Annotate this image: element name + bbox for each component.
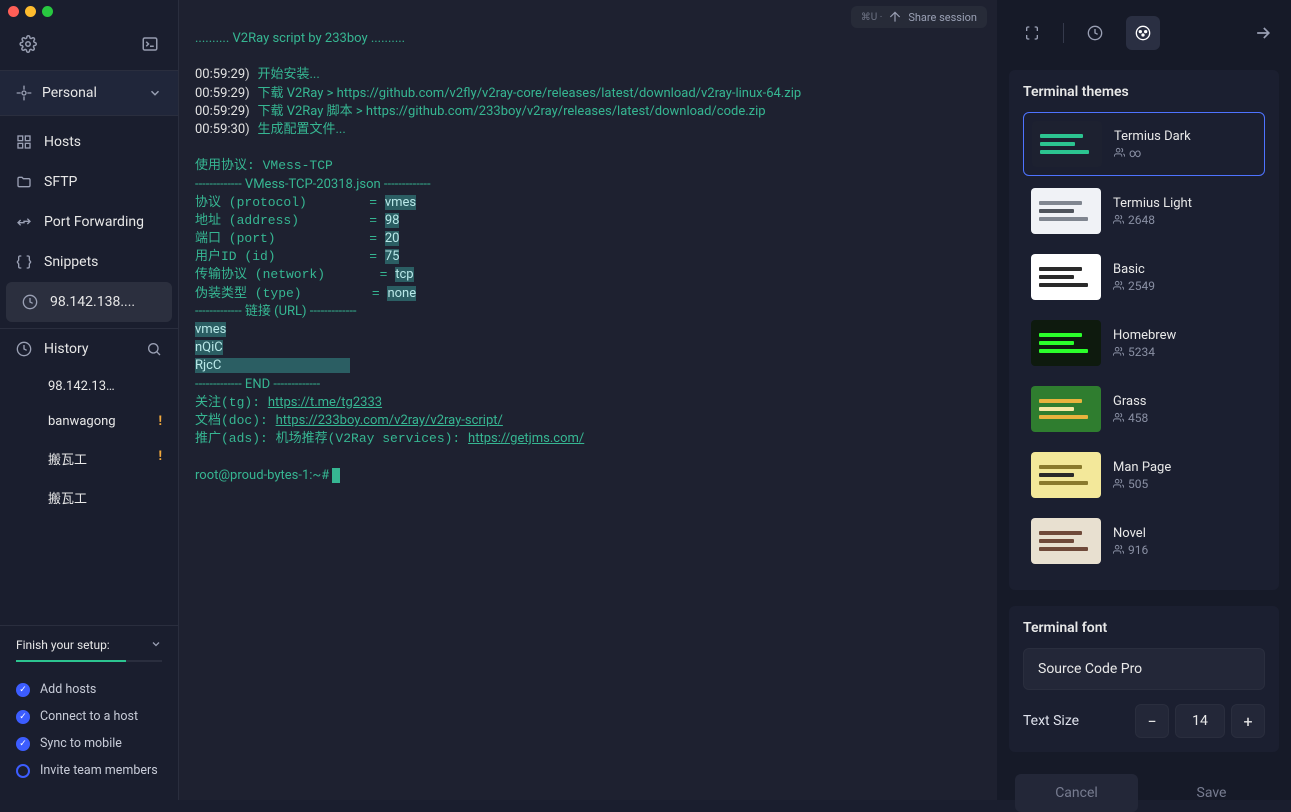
theme-termius-dark[interactable]: Termius Dark ∞ — [1023, 112, 1265, 176]
arrows-icon — [16, 214, 32, 230]
font-card: Terminal font Source Code Pro Text Size … — [1009, 606, 1279, 752]
theme-name: Homebrew — [1113, 328, 1176, 343]
themes-title: Terminal themes — [1023, 84, 1265, 100]
theme-swatch — [1032, 121, 1102, 167]
chevron-down-icon — [148, 86, 162, 100]
warning-icon: ! — [158, 449, 162, 468]
grid-icon — [16, 134, 32, 150]
setup-task[interactable]: Connect to a host — [16, 703, 162, 730]
clock-icon — [22, 294, 38, 310]
theme-grass[interactable]: Grass 458 — [1023, 378, 1265, 440]
sidebar: Personal HostsSFTPPort ForwardingSnippet… — [0, 0, 179, 800]
history-list: 98.142.13…banwagong!搬瓦工!搬瓦工 — [0, 369, 178, 523]
theme-info: 916 — [1113, 543, 1148, 557]
theme-swatch — [1031, 254, 1101, 300]
chevron-down-icon[interactable] — [150, 638, 162, 650]
history-item[interactable]: banwagong! — [0, 404, 178, 439]
minimize-dot[interactable] — [25, 6, 36, 17]
theme-homebrew[interactable]: Homebrew 5234 — [1023, 312, 1265, 374]
nav-item-hosts[interactable]: Hosts — [0, 122, 178, 162]
history-label: History — [44, 341, 134, 357]
maximize-dot[interactable] — [42, 6, 53, 17]
history-item[interactable]: 98.142.13… — [0, 369, 178, 404]
size-value[interactable]: 14 — [1175, 704, 1225, 738]
workspace-selector[interactable]: Personal — [0, 70, 178, 116]
braces-icon — [16, 254, 32, 270]
theme-basic[interactable]: Basic 2549 — [1023, 246, 1265, 308]
theme-info: 505 — [1113, 477, 1171, 491]
setup-task[interactable]: Sync to mobile — [16, 730, 162, 757]
theme-swatch — [1031, 518, 1101, 564]
cancel-button[interactable]: Cancel — [1015, 774, 1138, 812]
panel-tabs — [1015, 16, 1160, 50]
nav: HostsSFTPPort ForwardingSnippets98.142.1… — [0, 116, 178, 328]
theme-info: ∞ — [1114, 146, 1191, 160]
tab-appearance[interactable] — [1126, 16, 1160, 50]
text-size-label: Text Size — [1023, 713, 1079, 729]
share-session-button[interactable]: ⌘U · Share session — [851, 6, 987, 28]
task-checkbox — [16, 764, 30, 778]
workspace-icon — [16, 85, 32, 101]
task-checkbox — [16, 710, 30, 724]
themes-card: Terminal themes Termius Dark ∞ Termius Lig… — [1009, 70, 1279, 590]
theme-info: 2549 — [1113, 279, 1155, 293]
folder-icon — [16, 174, 32, 190]
font-title: Terminal font — [1023, 620, 1265, 636]
size-increase-button[interactable]: + — [1231, 704, 1265, 738]
theme-name: Grass — [1113, 394, 1148, 409]
theme-swatch — [1031, 386, 1101, 432]
theme-novel[interactable]: Novel 916 — [1023, 510, 1265, 572]
gear-icon[interactable] — [16, 32, 40, 56]
task-checkbox — [16, 737, 30, 751]
tab-history[interactable] — [1078, 16, 1112, 50]
theme-info: 2648 — [1113, 213, 1192, 227]
theme-name: Man Page — [1113, 460, 1171, 475]
theme-info: 5234 — [1113, 345, 1176, 359]
nav-item-portforwarding[interactable]: Port Forwarding — [0, 202, 178, 242]
theme-swatch — [1031, 320, 1101, 366]
setup-panel: Finish your setup: Add hostsConnect to a… — [0, 625, 178, 800]
history-item[interactable]: 搬瓦工 — [0, 478, 178, 517]
search-icon[interactable] — [146, 341, 162, 357]
collapse-panel-icon[interactable] — [1253, 23, 1273, 43]
save-button[interactable]: Save — [1150, 774, 1273, 812]
tab-snippets[interactable] — [1015, 16, 1049, 50]
history-item[interactable]: 搬瓦工! — [0, 439, 178, 478]
terminal-area[interactable]: ⌘U · Share session .......... V2Ray scri… — [179, 0, 997, 800]
theme-info: 458 — [1113, 411, 1148, 425]
close-dot[interactable] — [8, 6, 19, 17]
workspace-name: Personal — [42, 85, 138, 101]
setup-task[interactable]: Invite team members — [16, 757, 162, 784]
task-checkbox — [16, 683, 30, 697]
theme-name: Termius Dark — [1114, 129, 1191, 144]
setup-title: Finish your setup: — [16, 638, 110, 652]
size-decrease-button[interactable]: − — [1135, 704, 1169, 738]
theme-name: Novel — [1113, 526, 1148, 541]
nav-item-sftp[interactable]: SFTP — [0, 162, 178, 202]
theme-termius-light[interactable]: Termius Light 2648 — [1023, 180, 1265, 242]
theme-man-page[interactable]: Man Page 505 — [1023, 444, 1265, 506]
warning-icon: ! — [158, 414, 162, 429]
setup-task[interactable]: Add hosts — [16, 676, 162, 703]
theme-name: Termius Light — [1113, 196, 1192, 211]
history-icon — [16, 341, 32, 357]
terminal-icon[interactable] — [138, 32, 162, 56]
settings-panel: Terminal themes Termius Dark ∞ Termius Lig… — [997, 0, 1291, 800]
window-controls — [0, 0, 178, 22]
theme-swatch — [1031, 188, 1101, 234]
theme-name: Basic — [1113, 262, 1155, 277]
share-icon — [888, 10, 902, 24]
nav-item-snippets[interactable]: Snippets — [0, 242, 178, 282]
theme-swatch — [1031, 452, 1101, 498]
share-label: Share session — [908, 11, 977, 24]
nav-item-[interactable]: 98.142.138.... — [6, 282, 172, 322]
terminal-output: .......... V2Ray script by 233boy ......… — [179, 0, 997, 501]
setup-progress — [16, 660, 162, 662]
history-header[interactable]: History — [0, 328, 178, 369]
font-select[interactable]: Source Code Pro — [1023, 648, 1265, 690]
